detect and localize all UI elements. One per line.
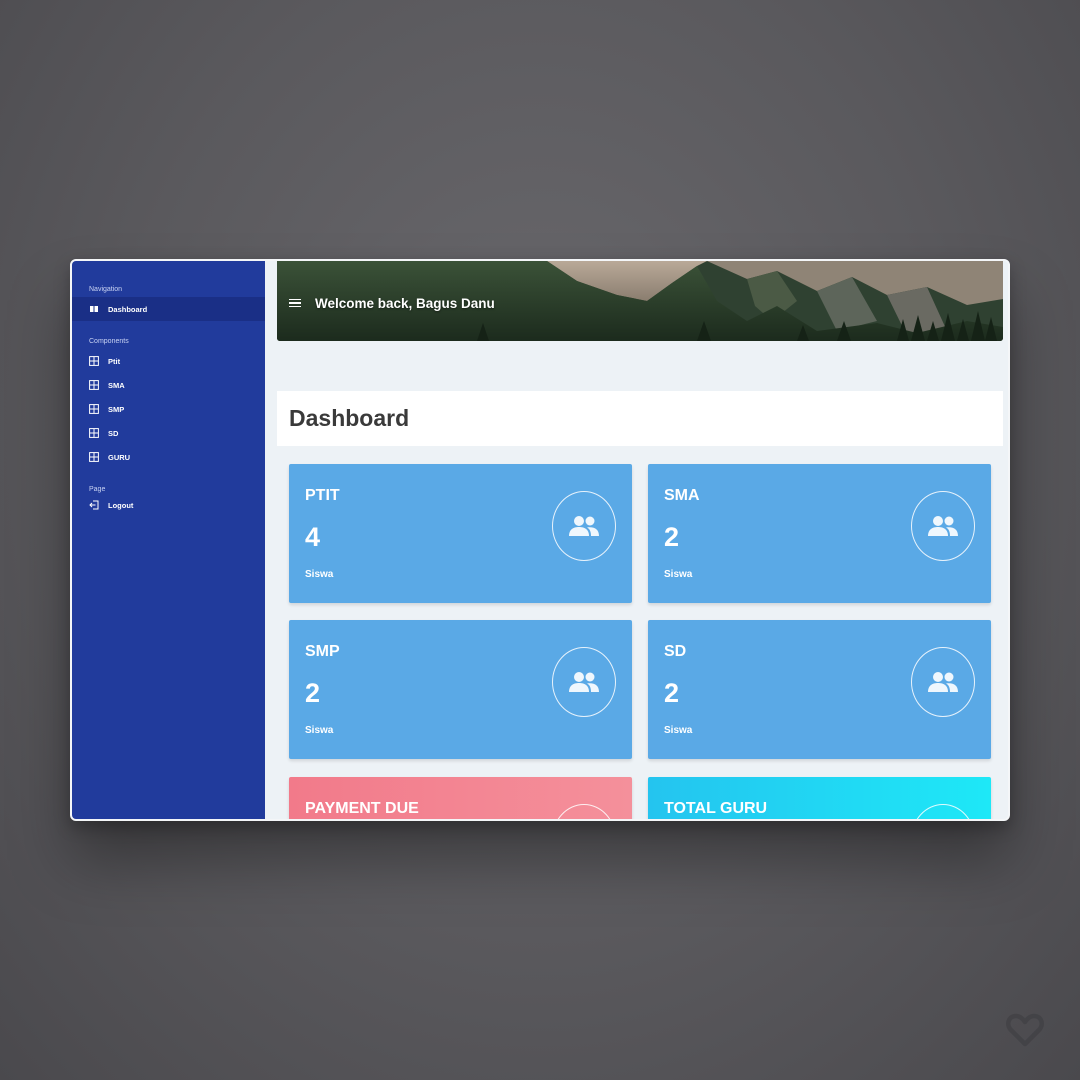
sidebar-section-page: Page <box>89 486 106 493</box>
page-title: Dashboard <box>289 405 410 431</box>
sidebar-item-ptit[interactable]: Ptit <box>72 349 265 373</box>
card-label: SMA <box>664 487 700 504</box>
sidebar-item-smp[interactable]: SMP <box>72 397 265 421</box>
sidebar-item-label: Logout <box>108 500 134 510</box>
card-value: 4 <box>305 522 321 552</box>
card-ptit[interactable]: PTIT 4 Siswa <box>289 464 632 603</box>
grid-icon <box>89 356 99 366</box>
card-label: SD <box>664 643 687 660</box>
card-payment-due[interactable]: PAYMENT DUE <box>289 777 632 819</box>
card-label: TOTAL GURU <box>664 800 768 817</box>
card-value: 2 <box>305 678 321 708</box>
card-unit: Siswa <box>305 569 334 580</box>
card-smp[interactable]: SMP 2 Siswa <box>289 620 632 759</box>
card-value: 2 <box>664 678 680 708</box>
card-value: 2 <box>664 522 680 552</box>
users-icon <box>911 804 975 819</box>
card-label: PTIT <box>305 487 340 504</box>
app-window: Navigation Dashboard Components Ptit SMA <box>70 259 1010 821</box>
card-unit: Siswa <box>664 725 693 736</box>
card-label: SMP <box>305 643 340 660</box>
card-unit: Siswa <box>664 569 693 580</box>
card-sd[interactable]: SD 2 Siswa <box>648 620 991 759</box>
grid-icon <box>89 380 99 390</box>
users-icon <box>911 491 975 561</box>
sidebar: Navigation Dashboard Components Ptit SMA <box>72 261 265 819</box>
sidebar-item-sma[interactable]: SMA <box>72 373 265 397</box>
banner-content: Welcome back, Bagus Danu <box>289 261 495 341</box>
card-total-guru[interactable]: TOTAL GURU <box>648 777 991 819</box>
sidebar-item-label: Dashboard <box>108 304 148 314</box>
card-sma[interactable]: SMA 2 Siswa <box>648 464 991 603</box>
grid-icon <box>89 404 99 414</box>
card-unit: Siswa <box>305 725 334 736</box>
dashboard-icon <box>89 304 99 314</box>
sidebar-item-label: SMP <box>108 404 125 414</box>
heart-icon <box>1006 1013 1044 1047</box>
sidebar-item-guru[interactable]: GURU <box>72 445 265 469</box>
sidebar-section-navigation: Navigation <box>89 286 123 293</box>
users-icon <box>552 647 616 717</box>
sidebar-item-label: SMA <box>108 380 125 390</box>
welcome-message: Welcome back, Bagus Danu <box>315 295 495 311</box>
users-icon <box>911 647 975 717</box>
sidebar-item-sd[interactable]: SD <box>72 421 265 445</box>
logout-icon <box>89 500 99 510</box>
main-content: Welcome back, Bagus Danu Dashboard PTIT … <box>265 261 1008 819</box>
sidebar-item-dashboard[interactable]: Dashboard <box>72 297 265 321</box>
menu-icon[interactable] <box>289 297 301 310</box>
card-label: PAYMENT DUE <box>305 800 419 817</box>
page-header: Dashboard <box>277 391 1003 446</box>
users-icon <box>552 491 616 561</box>
sidebar-item-label: SD <box>108 428 119 438</box>
sidebar-section-components: Components <box>89 338 129 345</box>
sidebar-item-label: Ptit <box>108 356 121 366</box>
header-banner: Welcome back, Bagus Danu <box>277 261 1003 341</box>
grid-icon <box>89 452 99 462</box>
grid-icon <box>89 428 99 438</box>
users-icon <box>552 804 616 819</box>
sidebar-item-logout[interactable]: Logout <box>72 493 265 517</box>
sidebar-item-label: GURU <box>108 452 131 462</box>
